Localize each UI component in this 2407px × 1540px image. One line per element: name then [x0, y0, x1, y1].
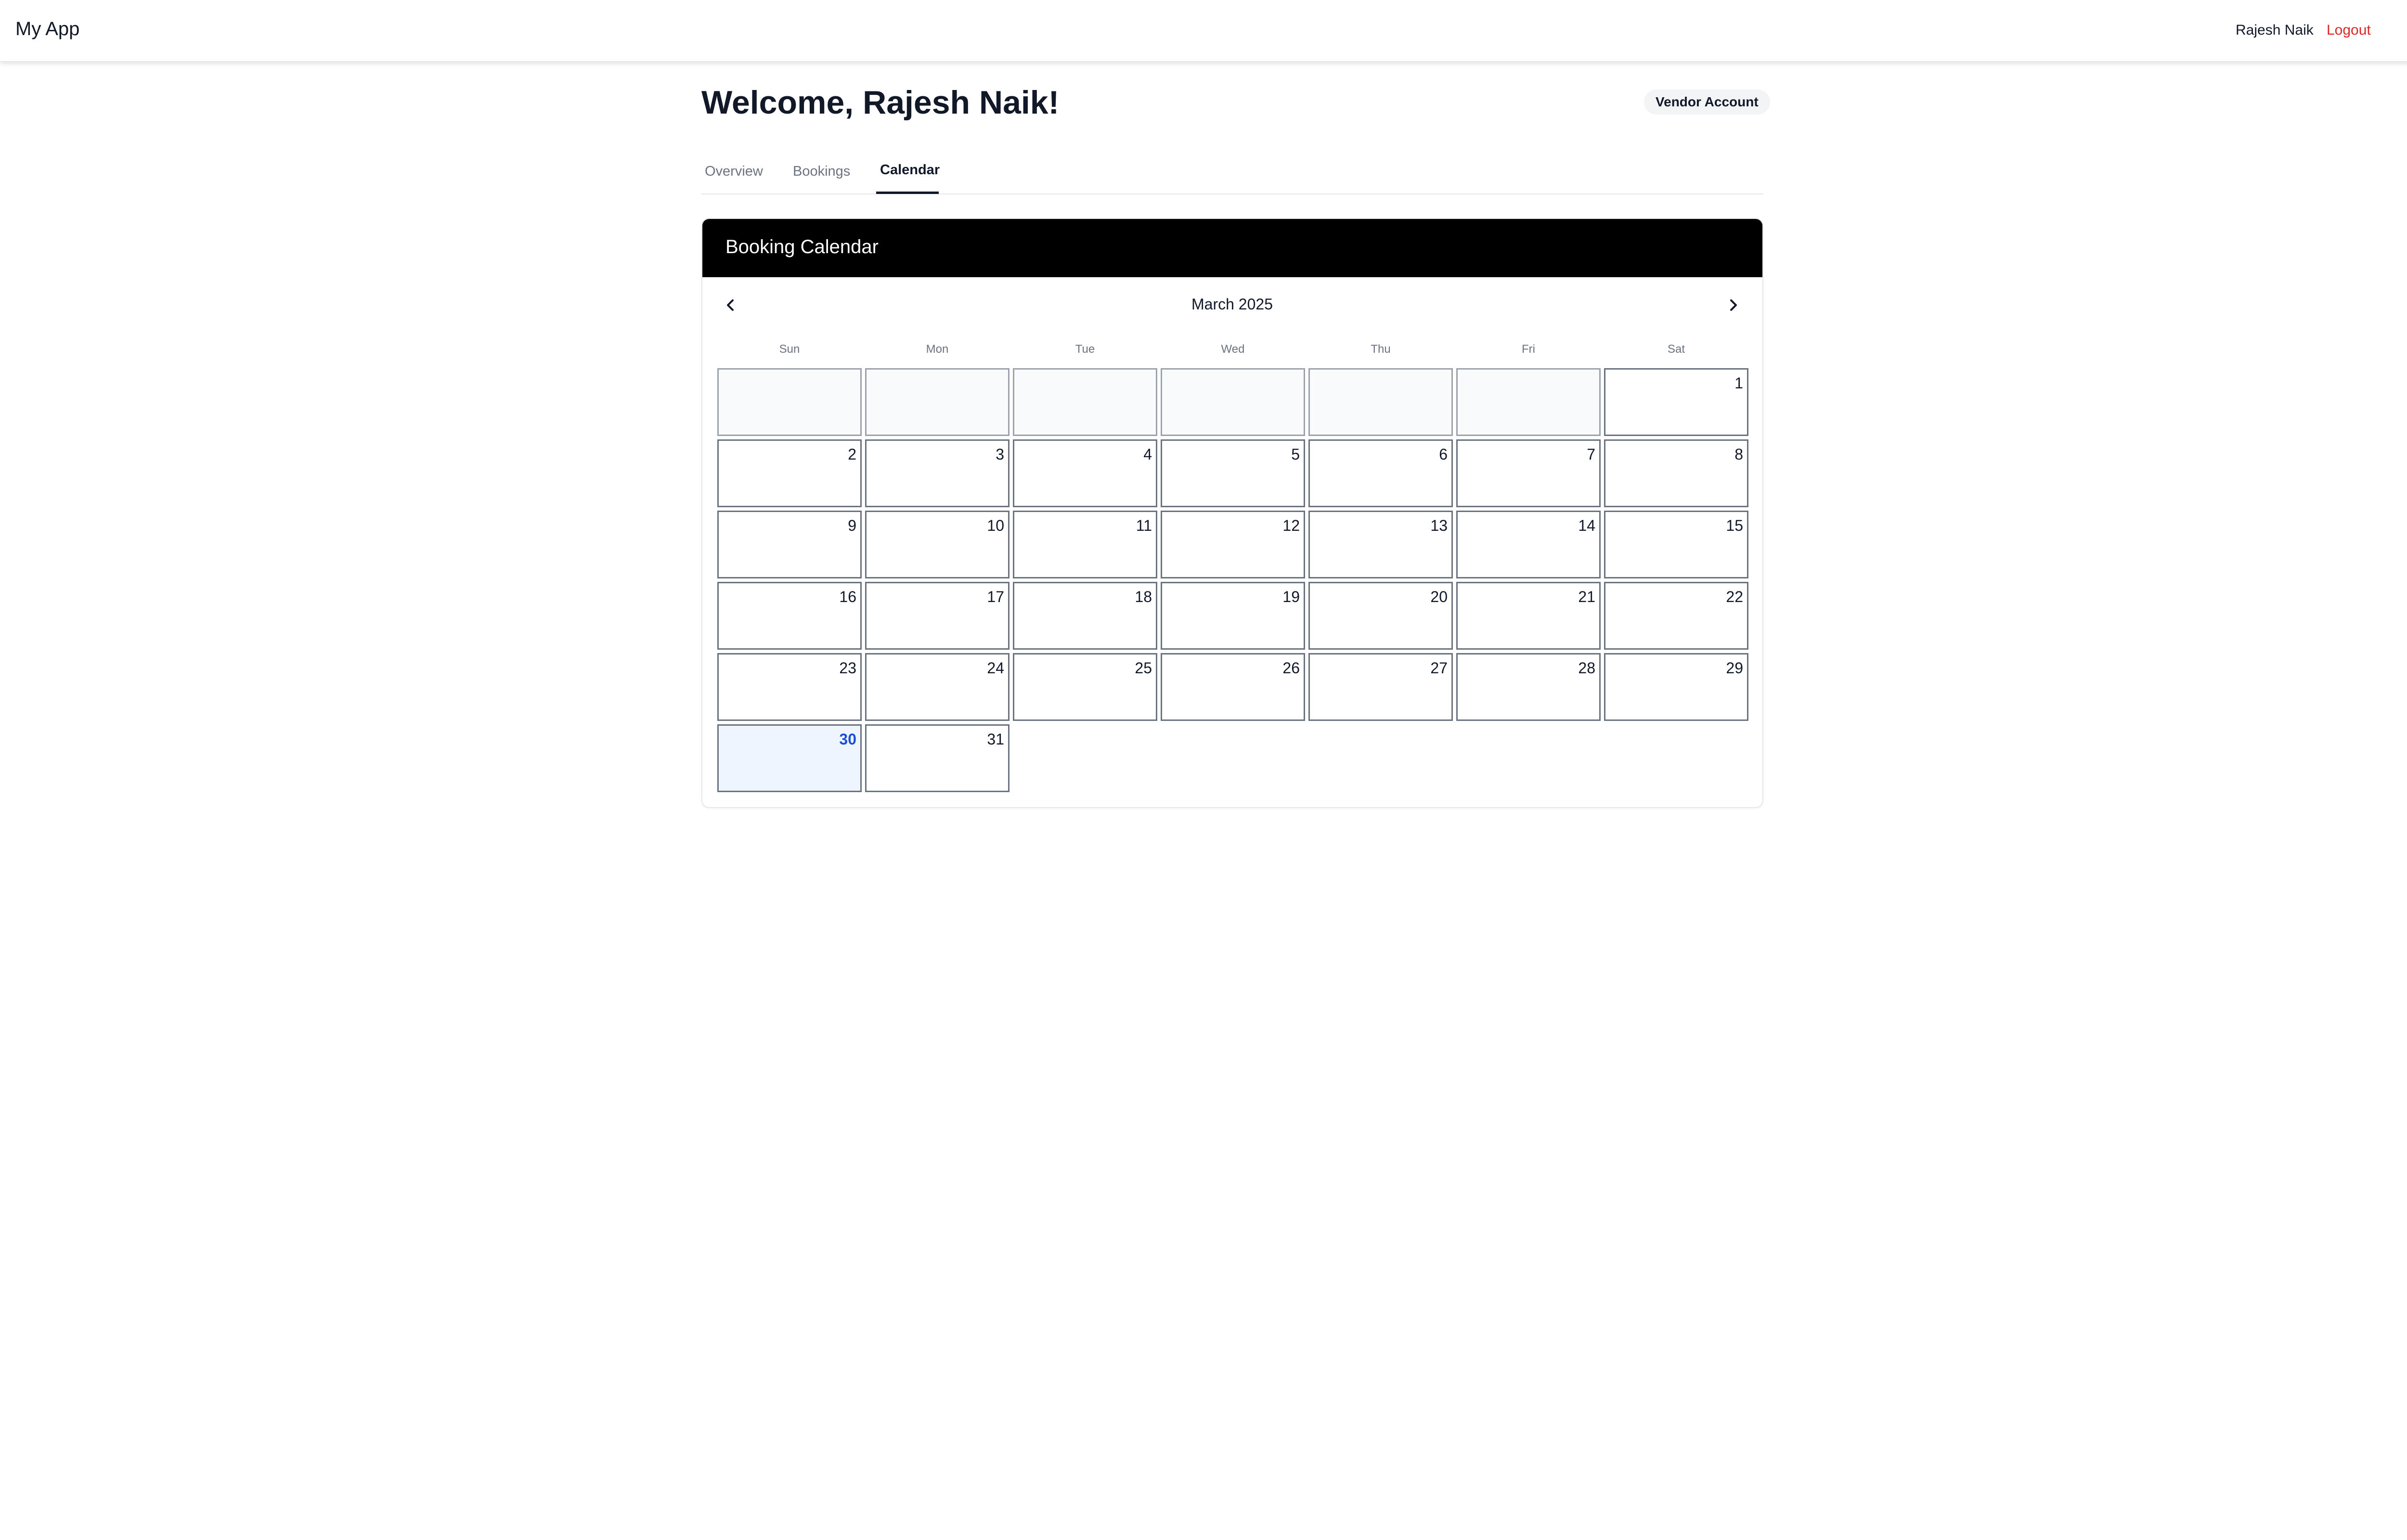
day-number: 7 — [1587, 446, 1595, 463]
day-number: 12 — [1282, 517, 1300, 534]
empty-day-cell — [717, 368, 862, 436]
month-label: March 2025 — [1191, 295, 1273, 313]
weekday-label-fri: Fri — [1522, 343, 1535, 356]
empty-day-cell — [1456, 368, 1601, 436]
empty-day-cell — [1161, 368, 1305, 436]
day-number: 20 — [1430, 588, 1448, 605]
day-cell[interactable]: 27 — [1308, 653, 1453, 721]
logout-link[interactable]: Logout — [2327, 22, 2371, 38]
card-header: Booking Calendar — [702, 219, 1762, 277]
top-navbar: My App Rajesh Naik Logout — [0, 0, 2407, 62]
day-number: 16 — [839, 588, 856, 605]
day-cell[interactable]: 28 — [1456, 653, 1601, 721]
day-number: 24 — [987, 659, 1004, 677]
day-cell[interactable]: 13 — [1308, 511, 1453, 578]
day-number: 11 — [1136, 517, 1152, 534]
day-cell[interactable]: 3 — [865, 439, 1009, 507]
empty-day-cell — [865, 368, 1009, 436]
weekday-label-thu: Thu — [1371, 343, 1391, 356]
day-cell[interactable]: 9 — [717, 511, 862, 578]
day-cell[interactable]: 23 — [717, 653, 862, 721]
day-cell[interactable]: 24 — [865, 653, 1009, 721]
weekday-label-tue: Tue — [1075, 343, 1095, 356]
day-cell[interactable]: 11 — [1013, 511, 1157, 578]
day-cell[interactable]: 2 — [717, 439, 862, 507]
chevron-left-icon[interactable] — [721, 295, 740, 315]
day-number: 17 — [987, 588, 1004, 605]
day-cell[interactable]: 31 — [865, 724, 1009, 792]
day-cell[interactable]: 20 — [1308, 582, 1453, 650]
tab-bookings[interactable]: Bookings — [793, 164, 850, 180]
day-number: 30 — [839, 731, 856, 748]
day-number: 31 — [987, 731, 1004, 748]
tab-calendar[interactable]: Calendar — [880, 162, 940, 178]
day-cell[interactable]: 17 — [865, 582, 1009, 650]
day-cell[interactable]: 16 — [717, 582, 862, 650]
day-number: 10 — [987, 517, 1004, 534]
day-number: 28 — [1578, 659, 1595, 677]
day-cell[interactable]: 15 — [1604, 511, 1748, 578]
app-title[interactable]: My App — [15, 18, 79, 40]
user-name: Rajesh Naik — [2236, 22, 2314, 38]
day-number: 29 — [1726, 659, 1743, 677]
day-cell[interactable]: 14 — [1456, 511, 1601, 578]
day-cell[interactable]: 6 — [1308, 439, 1453, 507]
day-number: 2 — [848, 446, 856, 463]
day-number: 21 — [1578, 588, 1595, 605]
day-cell[interactable]: 29 — [1604, 653, 1748, 721]
day-cell[interactable]: 18 — [1013, 582, 1157, 650]
day-cell[interactable]: 5 — [1161, 439, 1305, 507]
day-number: 8 — [1734, 446, 1743, 463]
day-number: 22 — [1726, 588, 1743, 605]
weekday-label-wed: Wed — [1221, 343, 1245, 356]
tab-bar — [701, 154, 1763, 194]
account-type-badge: Vendor Account — [1644, 90, 1770, 115]
day-number: 27 — [1430, 659, 1448, 677]
day-number: 4 — [1143, 446, 1152, 463]
day-cell-today[interactable]: 30 — [717, 724, 862, 792]
empty-day-cell — [1013, 368, 1157, 436]
day-cell[interactable]: 19 — [1161, 582, 1305, 650]
day-cell[interactable]: 7 — [1456, 439, 1601, 507]
card-title: Booking Calendar — [725, 236, 879, 257]
day-cell[interactable]: 4 — [1013, 439, 1157, 507]
day-number: 5 — [1291, 446, 1300, 463]
day-number: 18 — [1135, 588, 1152, 605]
day-number: 6 — [1439, 446, 1448, 463]
day-number: 15 — [1726, 517, 1743, 534]
day-number: 14 — [1578, 517, 1595, 534]
chevron-right-icon[interactable] — [1723, 295, 1743, 315]
day-number: 3 — [996, 446, 1004, 463]
day-cell[interactable]: 12 — [1161, 511, 1305, 578]
day-number: 25 — [1135, 659, 1152, 677]
day-cell[interactable]: 26 — [1161, 653, 1305, 721]
day-cell[interactable]: 21 — [1456, 582, 1601, 650]
day-cell[interactable]: 22 — [1604, 582, 1748, 650]
day-cell[interactable]: 1 — [1604, 368, 1748, 436]
day-cell[interactable]: 10 — [865, 511, 1009, 578]
weekday-label-sun: Sun — [779, 343, 800, 356]
welcome-heading: Welcome, Rajesh Naik! — [701, 84, 1060, 121]
weekday-label-sat: Sat — [1667, 343, 1685, 356]
tab-overview[interactable]: Overview — [705, 164, 763, 180]
day-number: 19 — [1282, 588, 1300, 605]
day-number: 1 — [1734, 374, 1743, 392]
day-number: 23 — [839, 659, 856, 677]
weekday-label-mon: Mon — [926, 343, 949, 356]
day-cell[interactable]: 8 — [1604, 439, 1748, 507]
active-tab-indicator — [876, 192, 939, 194]
day-cell[interactable]: 25 — [1013, 653, 1157, 721]
day-number: 9 — [848, 517, 856, 534]
day-number: 13 — [1430, 517, 1448, 534]
empty-day-cell — [1308, 368, 1453, 436]
day-number: 26 — [1282, 659, 1300, 677]
